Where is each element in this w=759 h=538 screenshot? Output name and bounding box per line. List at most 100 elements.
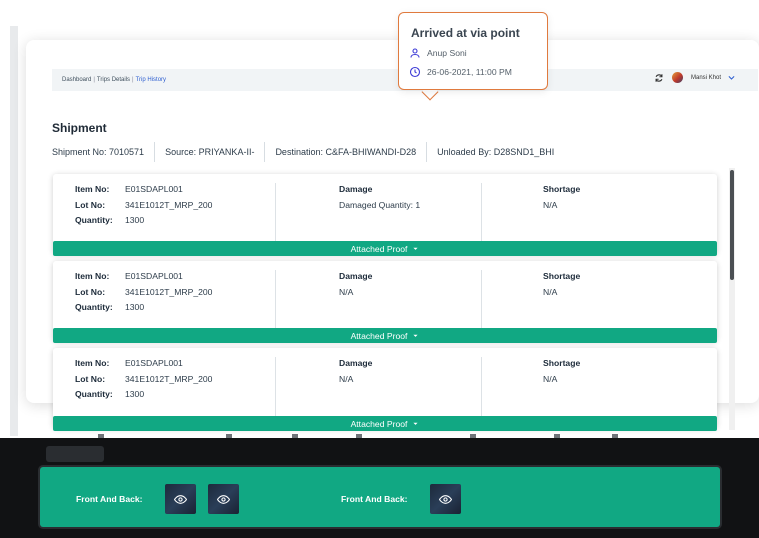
divider — [481, 357, 482, 417]
shipment-unloaded-by: Unloaded By: D28SND1_BHI — [437, 147, 555, 157]
damage-value: N/A — [339, 286, 354, 297]
item-no-label: Item No: — [75, 184, 110, 194]
attached-proof-label: Attached Proof — [350, 418, 408, 429]
background-pill — [46, 446, 104, 462]
eye-icon[interactable] — [217, 493, 230, 506]
lot-no-value: 341E1012T_MRP_200 — [125, 373, 213, 384]
breadcrumb-trips-details[interactable]: Trips Details — [97, 77, 130, 83]
item-details: Item No: E01SDAPL001 Lot No: 341E1012T_MRP… — [75, 182, 275, 245]
shortage-column: Shortage N/A — [543, 269, 703, 332]
shipment-source: Source: PRIYANKA-II- — [165, 147, 255, 157]
damage-header: Damage — [339, 358, 373, 368]
divider — [275, 270, 276, 330]
chevron-down-icon[interactable] — [727, 73, 736, 82]
quantity-value: 1300 — [125, 215, 145, 225]
page-title: Shipment — [52, 121, 107, 135]
caret-down-icon — [413, 334, 419, 337]
item-no-label: Item No: — [75, 358, 110, 368]
shortage-value: N/A — [543, 286, 558, 297]
proof-thumbnail[interactable] — [165, 484, 196, 514]
shortage-column: Shortage N/A — [543, 356, 703, 419]
shortage-header: Shortage — [543, 184, 581, 194]
divider — [275, 183, 276, 243]
caret-down-icon — [413, 422, 419, 425]
shortage-header: Shortage — [543, 358, 581, 368]
tooltip-datetime: 26-06-2021, 11:00 PM — [427, 67, 512, 77]
background-tick — [554, 434, 560, 438]
tooltip-time-row: 26-06-2021, 11:00 PM — [409, 66, 512, 78]
damage-header: Damage — [339, 184, 373, 194]
shortage-value: N/A — [543, 373, 558, 384]
attached-proof-label: Attached Proof — [350, 330, 408, 341]
divider — [264, 142, 266, 162]
lot-no-label: Lot No: — [75, 199, 106, 210]
shipment-destination: Destination: C&FA-BHIWANDI-D28 — [275, 147, 417, 157]
front-and-back-label: Front And Back: — [341, 494, 408, 504]
background-tick — [292, 434, 298, 438]
quantity-value: 1300 — [125, 302, 145, 312]
scrollbar-thumb[interactable] — [730, 170, 734, 280]
background-tick — [470, 434, 476, 438]
lot-no-label: Lot No: — [75, 286, 106, 297]
lot-no-label: Lot No: — [75, 373, 106, 384]
lot-no-value: 341E1012T_MRP_200 — [125, 286, 213, 297]
attached-proof-toggle[interactable]: Attached Proof — [53, 328, 717, 343]
damage-value: N/A — [339, 373, 354, 384]
caret-down-icon — [413, 247, 419, 250]
quantity-label: Quantity: — [75, 389, 113, 399]
background-tick — [356, 434, 362, 438]
breadcrumb-trip-history[interactable]: Trip History — [136, 77, 166, 83]
eye-icon[interactable] — [439, 493, 452, 506]
damage-column: Damage Damaged Quantity: 1 — [339, 182, 519, 245]
shortage-column: Shortage N/A — [543, 182, 703, 245]
item-details: Item No: E01SDAPL001 Lot No: 341E1012T_MRP… — [75, 269, 275, 332]
shortage-value: N/A — [543, 199, 558, 210]
background-tick — [226, 434, 232, 438]
proof-panel: Front And Back: Front And Back: — [40, 467, 720, 527]
event-tooltip: Arrived at via point Anup Soni 26-06-202… — [398, 12, 548, 90]
proof-thumbnail[interactable] — [430, 484, 461, 514]
damage-column: Damage N/A — [339, 269, 519, 332]
tooltip-person-row: Anup Soni — [409, 47, 467, 59]
item-no-value: E01SDAPL001 — [125, 358, 183, 368]
background-tick — [612, 434, 618, 438]
quantity-label: Quantity: — [75, 302, 113, 312]
damage-header: Damage — [339, 271, 373, 281]
background-panel-edge — [10, 26, 18, 436]
shipment-summary: Shipment No: 7010571 Source: PRIYANKA-II… — [52, 141, 564, 163]
shipment-number: Shipment No: 7010571 — [52, 147, 145, 157]
breadcrumb-dashboard[interactable]: Dashboard — [62, 77, 91, 83]
user-icon — [410, 48, 420, 58]
item-no-value: E01SDAPL001 — [125, 271, 183, 281]
item-details: Item No: E01SDAPL001 Lot No: 341E1012T_MRP… — [75, 356, 275, 419]
background-tick — [98, 434, 104, 438]
avatar[interactable] — [671, 72, 683, 83]
quantity-value: 1300 — [125, 389, 145, 399]
breadcrumb-separator: | — [93, 77, 95, 83]
user-menu: Mansi Khot — [654, 72, 736, 83]
divider — [481, 270, 482, 330]
divider — [275, 357, 276, 417]
eye-icon[interactable] — [174, 493, 187, 506]
divider — [154, 142, 156, 162]
tooltip-title: Arrived at via point — [411, 26, 520, 40]
attached-proof-toggle[interactable]: Attached Proof — [53, 241, 717, 256]
item-no-label: Item No: — [75, 271, 110, 281]
divider — [481, 183, 482, 243]
attached-proof-label: Attached Proof — [350, 243, 408, 254]
shortage-header: Shortage — [543, 271, 581, 281]
proof-thumbnail[interactable] — [208, 484, 239, 514]
clock-icon — [409, 66, 421, 78]
user-name[interactable]: Mansi Khot — [691, 75, 721, 81]
damage-value: Damaged Quantity: 1 — [339, 199, 421, 210]
refresh-icon[interactable] — [654, 73, 664, 83]
quantity-label: Quantity: — [75, 215, 113, 225]
attached-proof-toggle[interactable]: Attached Proof — [53, 416, 717, 431]
breadcrumb-separator: | — [132, 77, 134, 83]
damage-column: Damage N/A — [339, 356, 519, 419]
item-no-value: E01SDAPL001 — [125, 184, 183, 194]
front-and-back-label: Front And Back: — [76, 494, 143, 504]
divider — [426, 142, 428, 162]
tooltip-person: Anup Soni — [427, 48, 467, 58]
lot-no-value: 341E1012T_MRP_200 — [125, 199, 213, 210]
